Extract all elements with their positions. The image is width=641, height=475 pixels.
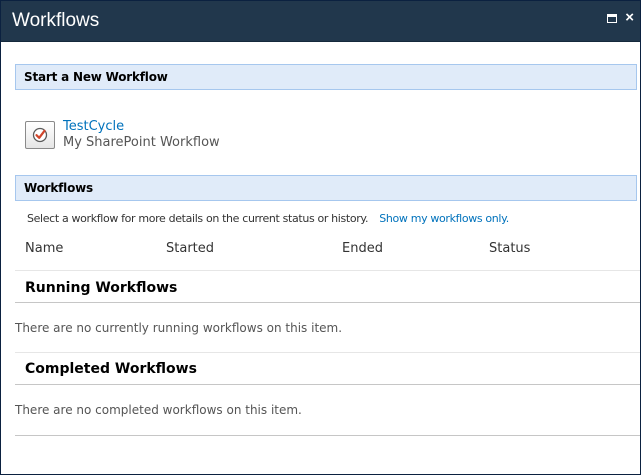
dialog-titlebar: Workflows × bbox=[1, 1, 640, 42]
completed-empty-message: There are no completed workflows on this… bbox=[15, 403, 302, 417]
workflow-check-icon[interactable] bbox=[25, 121, 55, 149]
column-header-status[interactable]: Status bbox=[489, 241, 530, 256]
workflow-testcycle-link[interactable]: TestCycle bbox=[63, 119, 124, 134]
completed-end-divider bbox=[15, 435, 640, 436]
workflow-template-item: TestCycle My SharePoint Workflow bbox=[25, 119, 425, 159]
workflows-dialog: Workflows × Start a New Workflow TestCyc… bbox=[0, 0, 641, 475]
column-header-ended[interactable]: Ended bbox=[342, 241, 383, 256]
workflows-info-text: Select a workflow for more details on th… bbox=[27, 212, 369, 225]
start-workflow-header: Start a New Workflow bbox=[15, 64, 637, 90]
workflow-description: My SharePoint Workflow bbox=[63, 135, 220, 150]
dialog-title: Workflows bbox=[12, 10, 100, 31]
completed-divider bbox=[15, 384, 640, 385]
running-empty-message: There are no currently running workflows… bbox=[15, 321, 343, 335]
show-my-workflows-link[interactable]: Show my workflows only. bbox=[379, 212, 509, 225]
workflows-info-line: Select a workflow for more details on th… bbox=[27, 212, 509, 225]
column-header-started[interactable]: Started bbox=[166, 241, 214, 256]
column-header-name[interactable]: Name bbox=[25, 241, 63, 256]
maximize-icon[interactable] bbox=[607, 13, 618, 23]
close-icon[interactable]: × bbox=[625, 10, 634, 25]
window-controls: × bbox=[607, 10, 634, 25]
running-end-divider bbox=[15, 352, 640, 353]
workflows-header: Workflows bbox=[15, 175, 637, 201]
completed-workflows-title: Completed Workflows bbox=[25, 361, 197, 377]
dialog-content: Start a New Workflow TestCycle My ShareP… bbox=[15, 41, 640, 474]
running-divider bbox=[15, 302, 640, 303]
running-workflows-title: Running Workflows bbox=[25, 280, 178, 296]
column-header-divider bbox=[15, 270, 640, 271]
